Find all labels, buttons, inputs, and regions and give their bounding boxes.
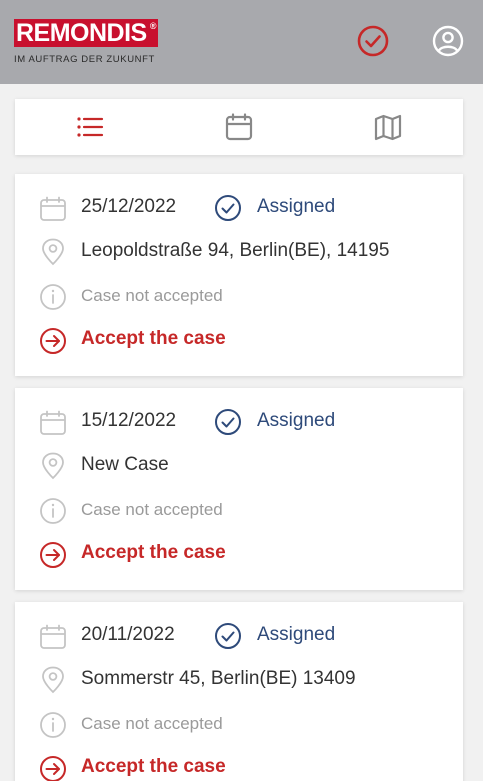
status-label: Assigned: [257, 196, 336, 217]
logo-tagline: IM AUFTRAG DER ZUKUNFT: [14, 54, 155, 65]
logo-text: REMONDIS: [16, 19, 147, 47]
accept-case-button[interactable]: Accept the case: [81, 328, 226, 350]
list-icon[interactable]: [75, 112, 105, 142]
case-date: 15/12/2022: [81, 410, 177, 431]
case-address: New Case: [81, 454, 169, 475]
accept-case-button[interactable]: Accept the case: [81, 542, 226, 564]
arrow-right-circle-icon[interactable]: [39, 541, 67, 569]
calendar-icon: [40, 624, 66, 649]
user-circle-icon[interactable]: [431, 24, 465, 58]
case-date: 20/11/2022: [81, 624, 175, 645]
location-pin-icon: [42, 452, 64, 480]
acceptance-note: Case not accepted: [81, 500, 223, 519]
remondis-logo[interactable]: REMONDIS ®: [14, 19, 158, 47]
info-icon: [40, 712, 66, 738]
app-header: REMONDIS ® IM AUFTRAG DER ZUKUNFT: [0, 0, 483, 84]
case-date: 25/12/2022: [81, 196, 177, 217]
accept-case-button[interactable]: Accept the case: [81, 756, 226, 778]
check-circle-icon: [215, 409, 241, 435]
check-circle-icon: [215, 623, 241, 649]
case-card[interactable]: 25/12/2022 Assigned Leopoldstraße 94, Be…: [15, 174, 463, 376]
location-pin-icon: [42, 238, 64, 266]
arrow-right-circle-icon[interactable]: [39, 755, 67, 781]
check-circle-icon[interactable]: [356, 24, 390, 58]
info-icon: [40, 284, 66, 310]
map-icon[interactable]: [373, 112, 403, 142]
acceptance-note: Case not accepted: [81, 286, 223, 305]
logo-registered-mark: ®: [149, 21, 157, 31]
acceptance-note: Case not accepted: [81, 714, 223, 733]
case-card[interactable]: 20/11/2022 Assigned Sommerstr 45, Berlin…: [15, 602, 463, 781]
view-tabs: [15, 99, 463, 155]
calendar-icon: [40, 196, 66, 221]
status-label: Assigned: [257, 410, 336, 431]
location-pin-icon: [42, 666, 64, 694]
case-address: Leopoldstraße 94, Berlin(BE), 14195: [81, 240, 390, 261]
case-address: Sommerstr 45, Berlin(BE) 13409: [81, 668, 356, 689]
calendar-icon: [40, 410, 66, 435]
status-label: Assigned: [257, 624, 336, 645]
arrow-right-circle-icon[interactable]: [39, 327, 67, 355]
calendar-icon[interactable]: [224, 112, 254, 142]
info-icon: [40, 498, 66, 524]
case-card[interactable]: 15/12/2022 Assigned New Case Case not ac…: [15, 388, 463, 590]
check-circle-icon: [215, 195, 241, 221]
